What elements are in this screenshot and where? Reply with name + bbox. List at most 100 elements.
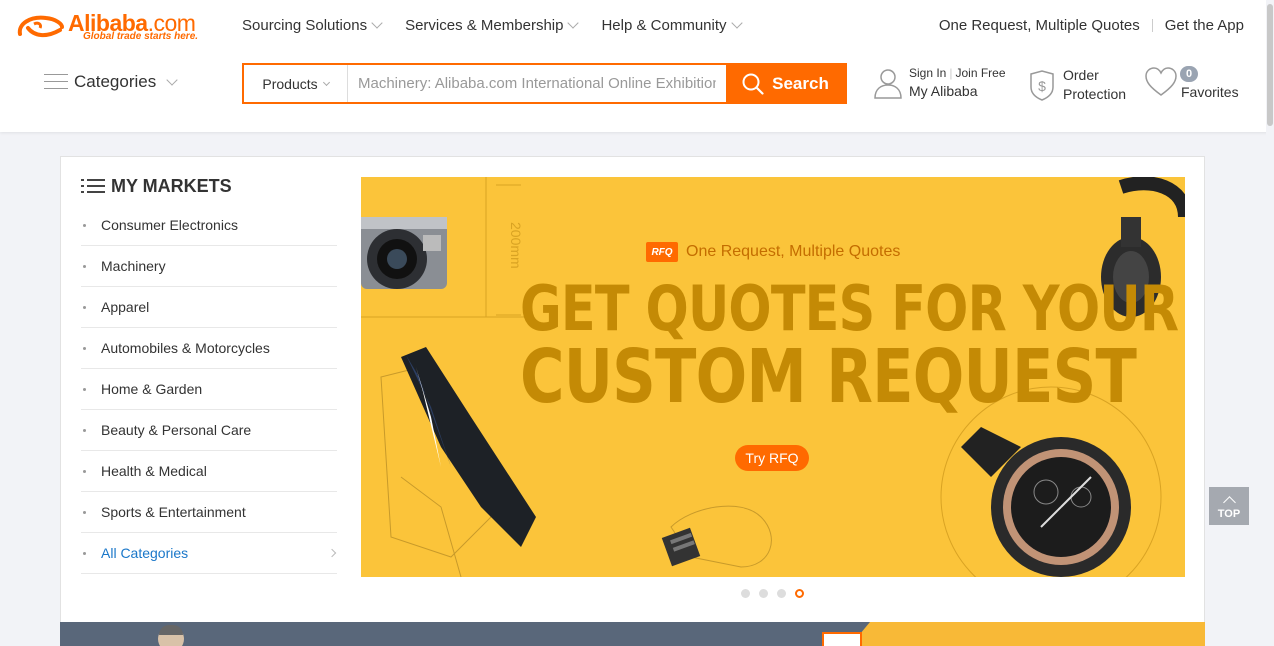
menu-icon xyxy=(44,74,68,90)
favorites-link[interactable]: 0 Favorites xyxy=(1144,66,1239,100)
nav-services-membership[interactable]: Services & Membership xyxy=(405,17,580,34)
package-icon xyxy=(822,632,862,646)
site-header: Alibaba.com Global trade starts here. So… xyxy=(0,0,1274,132)
categories-menu[interactable]: Categories xyxy=(44,72,178,92)
measure-label: 200mm xyxy=(508,222,524,269)
carousel-dot-active[interactable] xyxy=(795,589,804,598)
user-icon xyxy=(874,68,902,99)
bullet xyxy=(83,511,86,514)
market-label: Apparel xyxy=(101,299,150,315)
bullet xyxy=(83,429,86,432)
market-label: Home & Garden xyxy=(101,381,203,397)
favorites-label: Favorites xyxy=(1181,84,1239,100)
scrollbar-thumb[interactable] xyxy=(1267,4,1273,126)
top-navigation: Sourcing Solutions Services & Membership… xyxy=(242,17,765,34)
lightbulb-icon xyxy=(661,505,772,568)
chevron-down-icon xyxy=(371,17,383,29)
bullet xyxy=(83,224,86,227)
search-input[interactable] xyxy=(348,65,726,102)
bullet xyxy=(83,552,86,555)
market-label: Beauty & Personal Care xyxy=(101,422,252,438)
market-home-garden[interactable]: Home & Garden xyxy=(81,369,337,410)
account-menu: Sign In | Join Free My Alibaba xyxy=(873,66,1006,99)
back-to-top-label: TOP xyxy=(1217,508,1241,520)
person-hair xyxy=(159,625,183,635)
bullet xyxy=(83,347,86,350)
market-apparel[interactable]: Apparel xyxy=(81,287,337,328)
banner-headline-2: CUSTOM REQUEST xyxy=(520,334,1137,420)
search-type-label: Products xyxy=(262,75,318,92)
search-bar: Products Search xyxy=(242,63,847,104)
camera-icon xyxy=(361,217,447,289)
nav-help-community[interactable]: Help & Community xyxy=(601,17,743,34)
join-free-link[interactable]: Join Free xyxy=(955,66,1005,80)
carousel-dot[interactable] xyxy=(741,589,750,598)
svg-text:$: $ xyxy=(1038,78,1046,94)
order-protection-line2: Protection xyxy=(1063,86,1127,102)
rfq-banner[interactable]: 200mm RFQ One Request, Multiple Quotes G… xyxy=(361,177,1185,577)
favorites-count-badge: 0 xyxy=(1180,66,1198,82)
search-button-label: Search xyxy=(772,73,829,93)
market-label: Health & Medical xyxy=(101,463,207,479)
carousel-dot[interactable] xyxy=(777,589,786,598)
strip-highlight xyxy=(870,622,1205,646)
all-categories-link[interactable]: All Categories xyxy=(81,533,337,574)
alibaba-logo[interactable]: Alibaba.com Global trade starts here. xyxy=(16,10,216,46)
bullet xyxy=(83,306,86,309)
categories-label: Categories xyxy=(74,72,157,91)
top-right-links: One Request, Multiple Quotes Get the App xyxy=(939,17,1244,34)
my-alibaba-link[interactable]: My Alibaba xyxy=(909,83,1006,99)
my-markets-heading: MY MARKETS xyxy=(81,175,337,197)
back-to-top-button[interactable]: TOP xyxy=(1209,487,1249,525)
sign-in-link[interactable]: Sign In xyxy=(909,66,946,80)
alibaba-logo-icon xyxy=(17,15,64,37)
get-app-link[interactable]: Get the App xyxy=(1165,17,1244,34)
list-icon xyxy=(81,178,105,194)
shield-dollar-icon: $ xyxy=(1030,70,1054,101)
chevron-down-icon xyxy=(322,78,330,86)
market-label: Sports & Entertainment xyxy=(101,504,246,520)
chevron-right-icon xyxy=(327,548,337,558)
nav-label: Sourcing Solutions xyxy=(242,17,368,34)
search-type-dropdown[interactable]: Products xyxy=(244,65,348,102)
market-label: Machinery xyxy=(101,258,166,274)
chevron-down-icon xyxy=(567,17,580,29)
nav-label: Services & Membership xyxy=(405,17,564,34)
market-sports-entertainment[interactable]: Sports & Entertainment xyxy=(81,492,337,533)
market-health-medical[interactable]: Health & Medical xyxy=(81,451,337,492)
carousel-indicators xyxy=(741,589,813,598)
chevron-down-icon xyxy=(730,17,743,29)
bullet xyxy=(83,470,86,473)
market-label: Consumer Electronics xyxy=(101,217,238,233)
try-rfq-button[interactable]: Try RFQ xyxy=(735,445,809,471)
bullet xyxy=(83,265,86,268)
my-markets-title: MY MARKETS xyxy=(111,175,232,196)
order-protection-link[interactable]: $ Order Protection xyxy=(1027,66,1126,104)
chevron-down-icon xyxy=(166,73,178,86)
bullet xyxy=(83,388,86,391)
logo-tagline: Global trade starts here. xyxy=(83,31,199,42)
watch-icon xyxy=(961,427,1131,577)
market-label: Automobiles & Motorcycles xyxy=(101,340,270,356)
nav-sourcing-solutions[interactable]: Sourcing Solutions xyxy=(242,17,383,34)
market-automobiles-motorcycles[interactable]: Automobiles & Motorcycles xyxy=(81,328,337,369)
rfq-logo-icon: RFQ xyxy=(646,242,678,262)
divider xyxy=(1151,19,1153,32)
scrollbar[interactable] xyxy=(1266,0,1274,646)
market-machinery[interactable]: Machinery xyxy=(81,246,337,287)
rfq-tagline: RFQ One Request, Multiple Quotes xyxy=(646,242,900,262)
arrow-up-icon xyxy=(1222,496,1236,509)
promo-strip xyxy=(60,622,1205,646)
market-consumer-electronics[interactable]: Consumer Electronics xyxy=(81,205,337,246)
all-categories-label: All Categories xyxy=(101,545,189,561)
main-content-card: MY MARKETS Consumer Electronics Machiner… xyxy=(60,156,1205,646)
rfq-link[interactable]: One Request, Multiple Quotes xyxy=(939,17,1140,34)
carousel-dot[interactable] xyxy=(759,589,768,598)
search-icon xyxy=(742,73,764,95)
order-protection-line1: Order xyxy=(1063,67,1099,83)
heart-icon xyxy=(1145,67,1177,96)
search-button[interactable]: Search xyxy=(726,65,845,102)
market-beauty-personal-care[interactable]: Beauty & Personal Care xyxy=(81,410,337,451)
suit-icon xyxy=(401,347,536,547)
rfq-tagline-text: One Request, Multiple Quotes xyxy=(686,243,901,260)
